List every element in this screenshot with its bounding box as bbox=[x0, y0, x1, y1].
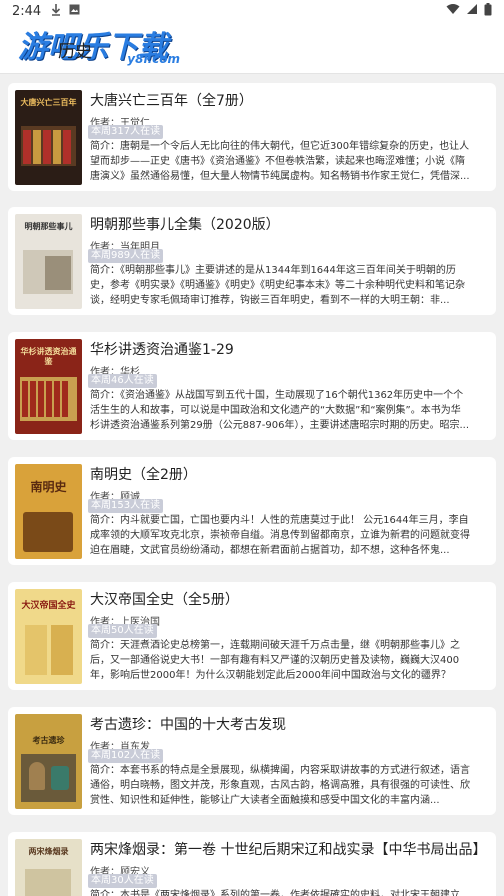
book-summary: 简介：天涯煮酒论史总榜第一，连载期间破天涯千万点击量，继《明朝那些事儿》之后，又… bbox=[90, 640, 460, 681]
book-title[interactable]: 南明史（全2册） bbox=[90, 464, 197, 484]
book-title[interactable]: 华杉讲透资治通鉴1-29 bbox=[90, 339, 234, 359]
readers-badge: 本周102人在读 bbox=[88, 749, 164, 763]
cover-title: 考古遗珍 bbox=[32, 736, 65, 745]
book-cover[interactable]: 明朝那些事儿 bbox=[15, 214, 82, 309]
wifi-icon bbox=[446, 3, 460, 19]
book-cover[interactable]: 大唐兴亡三百年 bbox=[15, 90, 82, 185]
readers-badge: 本周46人在读 bbox=[88, 374, 157, 388]
book-title[interactable]: 大唐兴亡三百年（全7册） bbox=[90, 90, 253, 110]
book-card[interactable]: 考古遗珍 考古遗珍：中国的十大考古发现 作者：肖东发 本周102人在读 简介：本… bbox=[8, 707, 496, 815]
book-cover[interactable]: 考古遗珍 bbox=[15, 714, 82, 809]
book-summary: 简介：内斗就要亡国，亡国也要内斗！人性的荒唐莫过于此！ 公元1644年三月，李自… bbox=[90, 515, 470, 556]
cover-title: 大汉帝国全史 bbox=[21, 601, 76, 611]
cover-title: 大唐兴亡三百年 bbox=[20, 98, 77, 107]
book-title[interactable]: 大汉帝国全史（全5册） bbox=[90, 589, 239, 609]
download-icon bbox=[51, 3, 61, 19]
book-summary: 简介：《资治通鉴》从战国写到五代十国，生动展现了16个朝代1362年历史中一个个… bbox=[90, 390, 470, 431]
site-logo: 游吧乐下载 y8l.com bbox=[18, 22, 188, 74]
battery-icon bbox=[484, 2, 492, 20]
image-icon bbox=[69, 4, 80, 18]
cover-title: 南明史 bbox=[30, 480, 67, 494]
cover-title: 两宋烽烟录 bbox=[28, 847, 69, 856]
book-card[interactable]: 南明史 南明史（全2册） 作者：顾诚 本周153人在读 简介：内斗就要亡国，亡国… bbox=[8, 457, 496, 565]
book-card[interactable]: 大汉帝国全史 大汉帝国全史（全5册） 作者：上医治国 本周50人在读 简介：天涯… bbox=[8, 582, 496, 690]
book-cover[interactable]: 两宋烽烟录 bbox=[15, 839, 82, 896]
page-title: 历史 bbox=[58, 42, 92, 62]
book-list[interactable]: 大唐兴亡三百年 大唐兴亡三百年（全7册） 作者：王觉仁 本周317人在读 简介：… bbox=[0, 74, 504, 896]
book-cover[interactable]: 大汉帝国全史 bbox=[15, 589, 82, 684]
readers-badge: 本周989人在读 bbox=[88, 249, 164, 263]
book-summary: 简介：《明朝那些事儿》主要讲述的是从1344年到1644年这三百年间关于明朝的历… bbox=[90, 265, 465, 306]
book-cover[interactable]: 华杉讲透资治通鉴 bbox=[15, 339, 82, 434]
readers-badge: 本周50人在读 bbox=[88, 624, 157, 638]
book-title[interactable]: 考古遗珍：中国的十大考古发现 bbox=[90, 714, 286, 734]
book-title[interactable]: 明朝那些事儿全集（2020版） bbox=[90, 214, 280, 234]
book-card[interactable]: 两宋烽烟录 两宋烽烟录：第一卷 十世纪后期宋辽和战实录【中华书局出品】 作者：顾… bbox=[8, 832, 496, 896]
book-card[interactable]: 明朝那些事儿 明朝那些事儿全集（2020版） 作者：当年明月 本周989人在读 … bbox=[8, 207, 496, 315]
book-cover[interactable]: 南明史 bbox=[15, 464, 82, 559]
signal-icon bbox=[466, 3, 478, 19]
book-summary: 简介：本书是《两宋烽烟录》系列的第一卷，作者依据確实的史料，对北宋王朝建立... bbox=[90, 890, 470, 896]
readers-badge: 本周30人在读 bbox=[88, 874, 157, 888]
logo-sub-text: y8l.com bbox=[127, 52, 180, 66]
book-summary: 简介：唐朝是一个令后人无比向往的伟大朝代，但它近300年错综复杂的历史，也让人望… bbox=[90, 141, 470, 182]
book-card[interactable]: 华杉讲透资治通鉴 华杉讲透资治通鉴1-29 作者：华杉 本周46人在读 简介：《… bbox=[8, 332, 496, 440]
status-time: 2:44 bbox=[12, 3, 42, 19]
cover-title: 华杉讲透资治通鉴 bbox=[20, 347, 77, 366]
book-card[interactable]: 大唐兴亡三百年 大唐兴亡三百年（全7册） 作者：王觉仁 本周317人在读 简介：… bbox=[8, 83, 496, 191]
book-title[interactable]: 两宋烽烟录：第一卷 十世纪后期宋辽和战实录【中华书局出品】 bbox=[90, 839, 486, 859]
status-bar: 2:44 bbox=[0, 0, 504, 22]
readers-badge: 本周317人在读 bbox=[88, 125, 164, 139]
book-summary: 简介：本套书系的特点是全景展现，纵横捭阖，内容采取讲故事的方式进行叙述，语言通俗… bbox=[90, 765, 470, 806]
cover-title: 明朝那些事儿 bbox=[24, 222, 73, 231]
app-header: 游吧乐下载 y8l.com 历史 bbox=[0, 22, 504, 74]
readers-badge: 本周153人在读 bbox=[88, 499, 164, 513]
